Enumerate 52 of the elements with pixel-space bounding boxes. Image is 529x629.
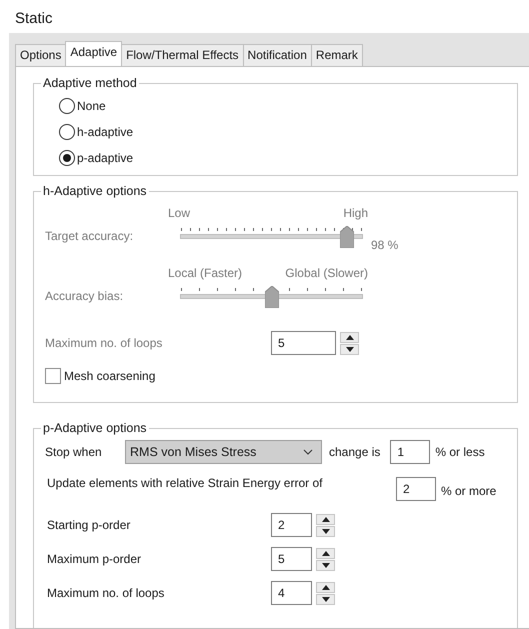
tab[interactable]: Flow/Thermal Effects xyxy=(121,44,244,66)
group-legend: Adaptive method xyxy=(41,75,139,91)
radio-button[interactable] xyxy=(59,150,75,166)
dialog-title: Static xyxy=(14,9,54,29)
spin-up-button[interactable] xyxy=(316,548,335,558)
spin-up-button[interactable] xyxy=(316,582,335,592)
slider-max-label: High xyxy=(343,205,368,220)
field-label: Accuracy bias: xyxy=(44,288,124,305)
spin-down-button[interactable] xyxy=(316,560,335,570)
down-arrow-icon xyxy=(322,596,330,602)
number-field[interactable]: 2 xyxy=(396,477,436,501)
tab[interactable]: Options xyxy=(15,44,66,66)
number-field[interactable]: 1 xyxy=(390,440,430,464)
up-arrow-icon xyxy=(322,516,330,522)
tab[interactable]: Notification xyxy=(242,44,312,66)
unit-label: % or more xyxy=(441,483,496,500)
tab[interactable]: Adaptive xyxy=(65,41,122,66)
field-label: Starting p-order xyxy=(47,517,132,534)
up-arrow-icon xyxy=(322,550,330,556)
field-label: Maximum no. of loops xyxy=(47,585,166,602)
radio-label[interactable]: None xyxy=(77,97,106,115)
slider-min-label: Low xyxy=(168,205,190,220)
slider-min-label: Local (Faster) xyxy=(168,265,242,280)
up-arrow-icon xyxy=(346,334,354,340)
radio-button[interactable] xyxy=(59,124,75,140)
dropdown[interactable]: RMS von Mises Stress xyxy=(125,440,322,464)
number-field[interactable]: 5 xyxy=(271,547,312,571)
field-label: Target accuracy: xyxy=(44,228,134,245)
spin-up-button[interactable] xyxy=(316,514,335,524)
radio-button[interactable] xyxy=(59,98,75,114)
up-arrow-icon xyxy=(322,584,330,590)
group-legend: p-Adaptive options xyxy=(41,420,149,436)
number-field[interactable]: 2 xyxy=(271,513,312,537)
number-field[interactable]: 4 xyxy=(271,581,312,605)
group-legend: h-Adaptive options xyxy=(41,183,149,199)
field-label: change is xyxy=(329,444,380,461)
down-arrow-icon xyxy=(322,528,330,534)
radio-label[interactable]: p-adaptive xyxy=(77,149,134,167)
unit-label: % or less xyxy=(435,444,485,461)
field-label: Stop when xyxy=(45,444,103,461)
tab[interactable]: Remark xyxy=(310,44,363,66)
spin-down-button[interactable] xyxy=(316,594,335,604)
radio-label[interactable]: h-adaptive xyxy=(77,123,134,141)
down-arrow-icon xyxy=(346,346,354,352)
spin-down-button[interactable] xyxy=(316,526,335,536)
slider-value: 98 % xyxy=(371,237,398,254)
field-label: Maximum p-order xyxy=(47,551,142,568)
chevron-down-icon xyxy=(303,449,313,455)
field-label: Update elements with relative Strain Energy error of xyxy=(47,475,324,492)
down-arrow-icon xyxy=(322,562,330,568)
field-label: Maximum no. of loops xyxy=(45,335,164,352)
slider-max-label: Global (Slower) xyxy=(285,265,368,280)
